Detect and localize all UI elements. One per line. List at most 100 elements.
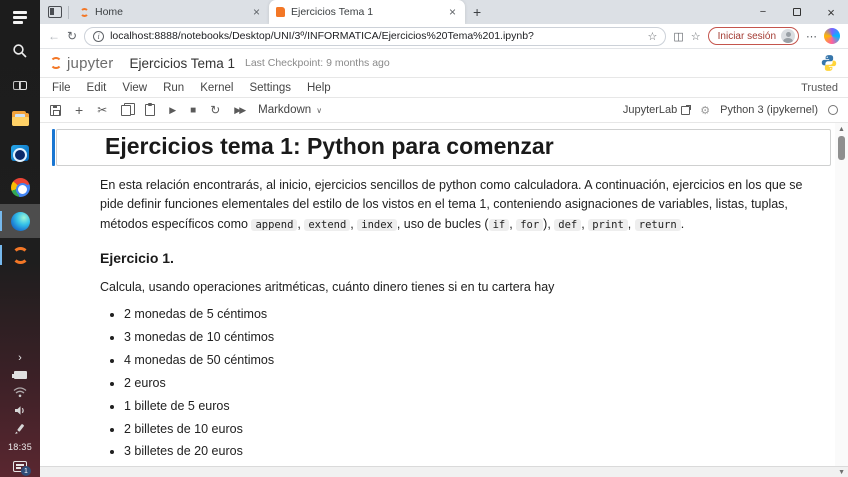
exercise-text: Calcula, usando operaciones aritméticas,… (100, 278, 821, 297)
start-button[interactable] (0, 0, 40, 34)
menu-file[interactable]: File (50, 82, 79, 94)
active-app-indicator (0, 211, 2, 231)
pen-icon (14, 423, 26, 435)
network-button[interactable] (13, 386, 27, 398)
close-button[interactable]: × (814, 0, 848, 24)
checkpoint-text: Last Checkpoint: 9 months ago (245, 57, 390, 69)
markdown-cell-exercise[interactable]: Ejercicio 1. Calcula, usando operaciones… (48, 248, 831, 465)
chrome-button[interactable] (0, 170, 40, 204)
taskbar-spacer (0, 272, 40, 346)
hidden-icons-chevron[interactable]: › (18, 352, 22, 364)
cell-prompt (48, 176, 100, 183)
menu-help[interactable]: Help (299, 82, 339, 94)
cell-type-dropdown[interactable]: Markdown ∨ (258, 104, 322, 116)
site-info-icon[interactable]: i (93, 31, 104, 42)
cut-cell-button[interactable]: ✂ (97, 103, 107, 117)
jupyter-logo-icon (50, 57, 62, 69)
scroll-up-icon[interactable]: ▲ (838, 123, 845, 136)
external-link-icon (681, 106, 690, 115)
speaker-icon (14, 405, 27, 416)
exercise-bullet-list: 2 monedas de 5 céntimos3 monedas de 10 c… (100, 305, 821, 462)
toolbar-right: JupyterLab ⚙ Python 3 (ipykernel) (623, 104, 838, 117)
cell-type-label: Markdown (258, 104, 311, 116)
taskbar-clock[interactable]: 18:35 (8, 442, 32, 452)
url-field[interactable]: i localhost:8888/notebooks/Desktop/UNI/3… (84, 27, 666, 46)
battery-button[interactable] (14, 371, 27, 379)
python-logo-icon (820, 54, 838, 72)
jupyter-header: jupyter Ejercicios Tema 1 Last Checkpoin… (40, 49, 848, 78)
taskbar-search-button[interactable] (0, 34, 40, 68)
notebook-scroll-area: Ejercicios tema 1: Python para comenzar … (40, 123, 835, 466)
copilot-icon[interactable] (824, 28, 840, 44)
tab-actions-button[interactable] (48, 6, 62, 18)
restart-kernel-button[interactable]: ↻ (210, 103, 220, 117)
edge-button[interactable] (0, 204, 40, 238)
paste-cell-button[interactable] (145, 104, 155, 116)
markdown-cell-heading[interactable]: Ejercicios tema 1: Python para comenzar (52, 129, 831, 166)
task-view-icon (13, 80, 27, 91)
menu-kernel[interactable]: Kernel (192, 82, 241, 94)
jupyter-favicon (80, 8, 89, 17)
browser-menu-icon[interactable]: ⋯ (806, 30, 817, 43)
tab-home[interactable]: Home × (73, 0, 269, 24)
notebook-heading: Ejercicios tema 1: Python para comenzar (105, 133, 830, 160)
copy-cell-button[interactable] (121, 105, 131, 116)
tab-close-icon[interactable]: × (251, 5, 262, 19)
jupyterlab-label: JupyterLab (623, 104, 677, 116)
list-item: 3 billetes de 20 euros (124, 442, 821, 461)
minimize-button[interactable]: − (746, 0, 780, 24)
scrollbar-thumb[interactable] (838, 136, 845, 160)
copy-icon (121, 105, 131, 116)
add-cell-button[interactable]: + (75, 102, 83, 118)
new-tab-button[interactable]: + (473, 4, 481, 20)
edge-icon (11, 212, 30, 231)
volume-button[interactable] (14, 405, 27, 416)
list-item: 4 monedas de 50 céntimos (124, 351, 821, 370)
kernel-name[interactable]: Python 3 (ipykernel) (720, 104, 818, 116)
back-button[interactable]: ← (48, 29, 60, 43)
tab-close-icon[interactable]: × (447, 5, 458, 19)
selected-cell-indicator (52, 129, 55, 166)
scroll-down-icon[interactable]: ▼ (838, 469, 848, 476)
save-button[interactable] (50, 105, 61, 116)
outlook-button[interactable] (0, 136, 40, 170)
jupyter-app-button[interactable] (0, 238, 40, 272)
tab-label: Home (95, 6, 245, 18)
avatar (781, 29, 795, 43)
maximize-button[interactable] (780, 0, 814, 24)
menu-settings[interactable]: Settings (241, 82, 299, 94)
stop-kernel-button[interactable]: ■ (190, 105, 196, 116)
wifi-icon (13, 386, 27, 398)
url-text: localhost:8888/notebooks/Desktop/UNI/3º/… (110, 30, 641, 42)
notification-center-button[interactable]: 1 (13, 461, 27, 472)
run-all-button[interactable]: ▶▶ (234, 105, 244, 116)
task-view-button[interactable] (0, 68, 40, 102)
notebook-area: Ejercicios tema 1: Python para comenzar … (40, 123, 848, 477)
file-explorer-button[interactable] (0, 102, 40, 136)
menu-edit[interactable]: Edit (79, 82, 115, 94)
notebook-favicon (276, 7, 285, 17)
sign-in-button[interactable]: Iniciar sesión (708, 27, 799, 45)
list-item: 2 monedas de 5 céntimos (124, 305, 821, 324)
run-cell-button[interactable]: ▶ (169, 105, 176, 116)
menu-run[interactable]: Run (155, 82, 192, 94)
jupyter-logo[interactable]: jupyter (50, 55, 113, 72)
jupyter-logo-text: jupyter (67, 55, 113, 72)
battery-icon (14, 371, 27, 379)
markdown-cell-intro[interactable]: En esta relación encontrarás, al inicio,… (48, 176, 831, 234)
jupyterlab-link[interactable]: JupyterLab (623, 104, 690, 116)
tab-ejercicios[interactable]: Ejercicios Tema 1 × (269, 0, 465, 24)
jupyter-toolbar: + ✂ ▶ ■ ↻ ▶▶ Markdown ∨ JupyterLab ⚙ Pyt… (40, 98, 848, 123)
pen-button[interactable] (14, 423, 26, 435)
notebook-title[interactable]: Ejercicios Tema 1 (129, 56, 235, 71)
tab-strip: Home × Ejercicios Tema 1 × + − × (40, 0, 848, 24)
vertical-scrollbar[interactable]: ▲ (835, 123, 848, 466)
trusted-badge[interactable]: Trusted (801, 82, 838, 94)
notification-badge: 1 (21, 466, 31, 476)
favorite-star-icon[interactable]: ☆ (647, 30, 657, 43)
menu-view[interactable]: View (114, 82, 155, 94)
split-screen-icon[interactable]: ◫ (673, 30, 683, 43)
address-bar: ← ↻ i localhost:8888/notebooks/Desktop/U… (40, 24, 848, 49)
reload-button[interactable]: ↻ (67, 29, 77, 43)
favorites-bar-icon[interactable]: ☆︎ (691, 30, 701, 43)
